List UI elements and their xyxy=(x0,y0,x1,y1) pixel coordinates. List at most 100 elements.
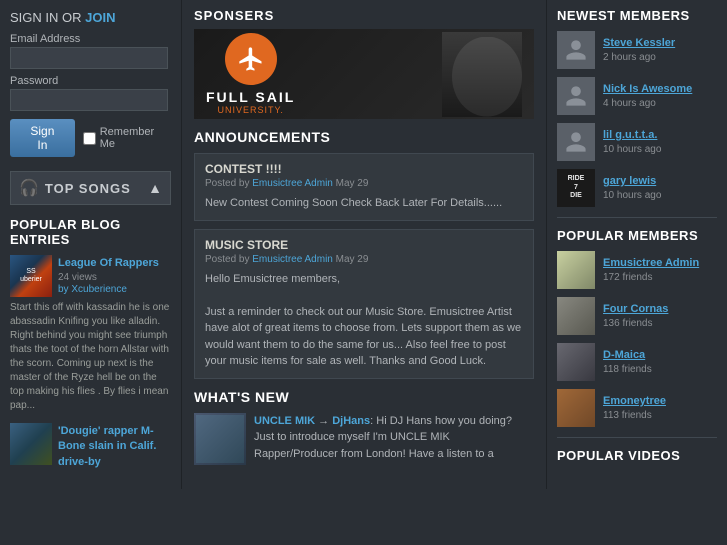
announcement-2-author[interactable]: Emusictree Admin xyxy=(252,254,333,265)
blog-thumb-1: SSuberier xyxy=(10,255,52,297)
pop-member-3-name[interactable]: D-Maica xyxy=(603,349,652,361)
blog-title-1[interactable]: League Of Rappers xyxy=(58,257,159,269)
person-icon xyxy=(564,84,588,108)
newest-member-3: lil g.u.t.t.a. 10 hours ago xyxy=(557,123,717,161)
avatar-gary: RIDE7DIE xyxy=(557,169,595,207)
signin-title: SIGN IN OR JOIN xyxy=(10,10,171,25)
main-wrapper: SIGN IN OR JOIN Email Address Password S… xyxy=(0,0,727,489)
newest-member-4: RIDE7DIE gary lewis 10 hours ago xyxy=(557,169,717,207)
blog-entry-2: 'Dougie' rapper M-Bone slain in Calif. d… xyxy=(10,423,171,469)
sponsor-name: FULL SAIL xyxy=(206,89,295,105)
newest-member-2: Nick Is Awesome 4 hours ago xyxy=(557,77,717,115)
join-link[interactable]: JOIN xyxy=(85,10,115,25)
plane-icon xyxy=(237,45,265,73)
member-1-name[interactable]: Steve Kessler xyxy=(603,37,675,49)
password-input[interactable] xyxy=(10,89,168,111)
sponsor-subtitle: UNIVERSITY. xyxy=(217,105,283,115)
pop-member-1-info: Emusictree Admin 172 friends xyxy=(603,257,699,283)
announcement-1-author[interactable]: Emusictree Admin xyxy=(252,178,333,189)
blog-title-2[interactable]: 'Dougie' rapper M-Bone slain in Calif. d… xyxy=(58,425,156,468)
password-form-group: Password xyxy=(10,75,171,111)
email-input[interactable] xyxy=(10,47,168,69)
person-icon xyxy=(564,38,588,62)
popular-videos-title: POPULAR VIDEOS xyxy=(557,448,717,463)
divider-2 xyxy=(557,437,717,438)
avatar-nick xyxy=(557,77,595,115)
left-sidebar: SIGN IN OR JOIN Email Address Password S… xyxy=(0,0,182,489)
popular-blog-title: POPULAR BLOG ENTRIES xyxy=(10,217,171,247)
whats-new-to-link[interactable]: DjHans xyxy=(332,415,370,427)
pop-member-1-friends: 172 friends xyxy=(603,272,652,283)
whats-new-title: WHAT'S NEW xyxy=(194,389,534,405)
sponsor-circle xyxy=(225,33,277,85)
remember-me-checkbox[interactable] xyxy=(83,132,96,145)
pop-member-4-name[interactable]: Emoneytree xyxy=(603,395,666,407)
pop-member-2-name[interactable]: Four Cornas xyxy=(603,303,668,315)
member-1-info: Steve Kessler 2 hours ago xyxy=(603,37,675,63)
pop-member-4-friends: 113 friends xyxy=(603,410,652,421)
signin-button[interactable]: Sign In xyxy=(10,119,75,157)
sponsor-banner[interactable]: FULL SAIL UNIVERSITY. xyxy=(194,29,534,119)
pop-member-3-friends: 118 friends xyxy=(603,364,652,375)
top-songs-label: TOP SONGS xyxy=(45,181,148,196)
sponsors-title: SPONSERS xyxy=(194,8,534,23)
whats-new-thumb-1 xyxy=(194,413,246,465)
email-form-group: Email Address xyxy=(10,33,171,69)
signin-section: SIGN IN OR JOIN Email Address Password S… xyxy=(10,10,171,157)
blog-entry-1: SSuberier League Of Rappers 24 views by … xyxy=(10,255,171,413)
popular-members-title: POPULAR MEMBERS xyxy=(557,228,717,243)
announcement-1: CONTEST !!!! Posted by Emusictree Admin … xyxy=(194,153,534,221)
blog-thumb-2 xyxy=(10,423,52,465)
blog-author-1: by Xcuberience xyxy=(58,284,159,295)
pop-member-2-info: Four Cornas 136 friends xyxy=(603,303,668,329)
member-3-info: lil g.u.t.t.a. 10 hours ago xyxy=(603,129,661,155)
announcement-2: MUSIC STORE Posted by Emusictree Admin M… xyxy=(194,229,534,379)
member-3-time: 10 hours ago xyxy=(603,144,661,155)
member-4-info: gary lewis 10 hours ago xyxy=(603,175,661,201)
member-3-name[interactable]: lil g.u.t.t.a. xyxy=(603,129,661,141)
pop-member-2: Four Cornas 136 friends xyxy=(557,297,717,335)
whats-new-from-link[interactable]: UNCLE MIK xyxy=(254,415,315,427)
avatar-lil xyxy=(557,123,595,161)
pop-member-1: Emusictree Admin 172 friends xyxy=(557,251,717,289)
blog-entry-1-header: SSuberier League Of Rappers 24 views by … xyxy=(10,255,171,297)
announcement-2-title: MUSIC STORE xyxy=(205,238,523,252)
member-2-name[interactable]: Nick Is Awesome xyxy=(603,83,692,95)
pop-member-1-name[interactable]: Emusictree Admin xyxy=(603,257,699,269)
pop-member-4: Emoneytree 113 friends xyxy=(557,389,717,427)
pop-member-3-info: D-Maica 118 friends xyxy=(603,349,652,375)
blog-entry-2-header: 'Dougie' rapper M-Bone slain in Calif. d… xyxy=(10,423,171,469)
pop-member-thumb-1 xyxy=(557,251,595,289)
pop-member-thumb-2 xyxy=(557,297,595,335)
password-label: Password xyxy=(10,75,171,87)
center-column: SPONSERS FULL SAIL UNIVERSITY. ANNOUNCEM… xyxy=(182,0,547,489)
avatar-steve xyxy=(557,31,595,69)
blog-text-1: Start this off with kassadin he is one a… xyxy=(10,301,171,413)
chevron-up-icon: ▲ xyxy=(148,180,162,196)
pop-member-2-friends: 136 friends xyxy=(603,318,652,329)
person-icon xyxy=(564,130,588,154)
newest-member-1: Steve Kessler 2 hours ago xyxy=(557,31,717,69)
remember-me-label[interactable]: Remember Me xyxy=(83,126,171,150)
announcement-2-body: Hello Emusictree members, Just a reminde… xyxy=(205,271,523,370)
pop-member-3: D-Maica 118 friends xyxy=(557,343,717,381)
pop-member-thumb-3 xyxy=(557,343,595,381)
pop-member-4-info: Emoneytree 113 friends xyxy=(603,395,666,421)
headphones-icon: 🎧 xyxy=(19,178,39,198)
whats-new-text-1: UNCLE MIK → DjHans: Hi DJ Hans how you d… xyxy=(254,413,534,465)
announcement-1-title: CONTEST !!!! xyxy=(205,162,523,176)
sponsor-person-image xyxy=(442,32,522,117)
member-4-time: 10 hours ago xyxy=(603,190,661,201)
newest-members-title: NEWEST MEMBERS xyxy=(557,8,717,23)
announcement-2-meta: Posted by Emusictree Admin May 29 xyxy=(205,254,523,265)
whats-new-item-1: UNCLE MIK → DjHans: Hi DJ Hans how you d… xyxy=(194,413,534,465)
announcement-1-meta: Posted by Emusictree Admin May 29 xyxy=(205,178,523,189)
member-2-time: 4 hours ago xyxy=(603,98,656,109)
announcements-title: ANNOUNCEMENTS xyxy=(194,129,534,145)
top-songs-bar[interactable]: 🎧 TOP SONGS ▲ xyxy=(10,171,171,205)
member-4-name[interactable]: gary lewis xyxy=(603,175,661,187)
announcement-1-body: New Contest Coming Soon Check Back Later… xyxy=(205,195,523,212)
divider-1 xyxy=(557,217,717,218)
email-label: Email Address xyxy=(10,33,171,45)
member-1-time: 2 hours ago xyxy=(603,52,656,63)
